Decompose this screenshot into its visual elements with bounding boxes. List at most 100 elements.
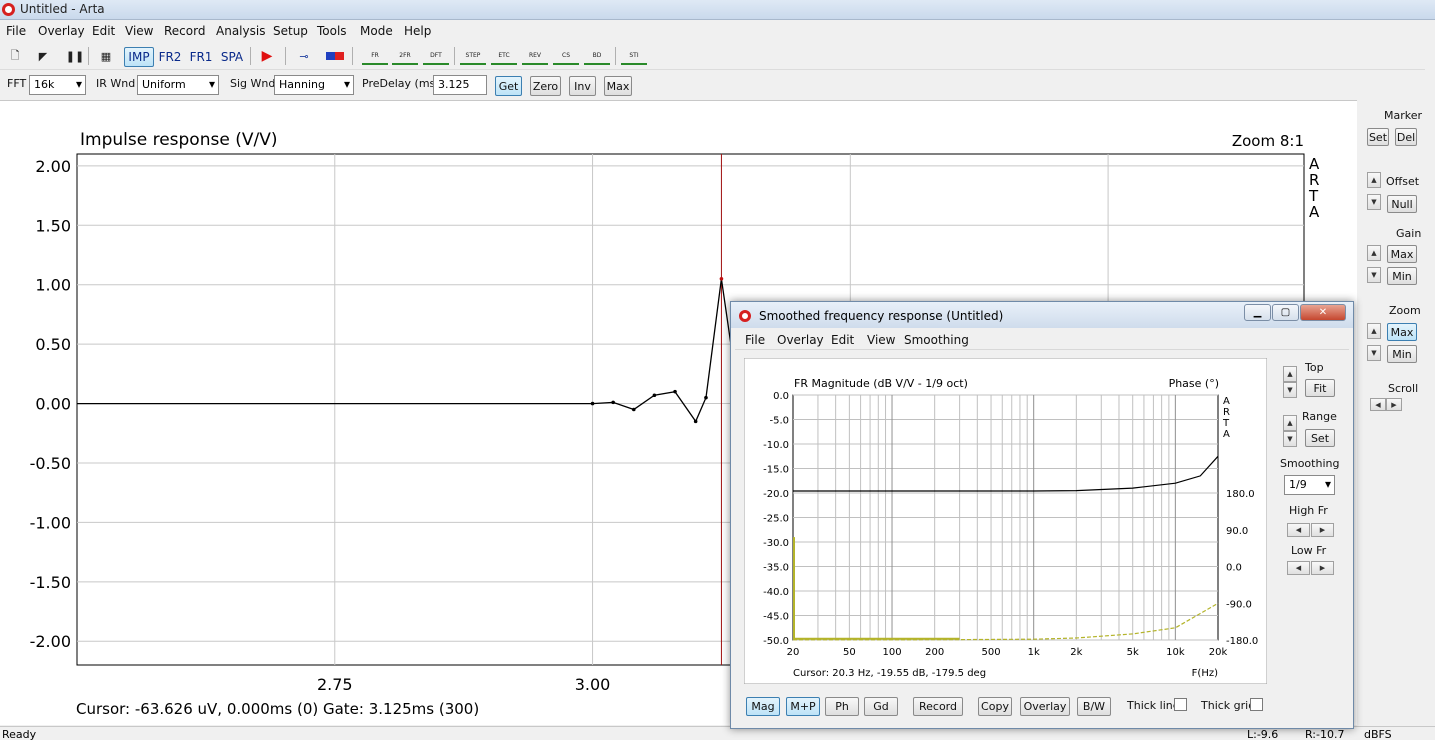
open-icon[interactable]: ◤ bbox=[32, 47, 54, 65]
impulse-y-tick-5: -0.50 bbox=[30, 454, 71, 473]
offset-null-button[interactable]: Null bbox=[1387, 195, 1417, 213]
marker-label: Marker bbox=[1384, 109, 1423, 122]
dlg-menu-smoothing[interactable]: Smoothing bbox=[904, 333, 969, 347]
table-icon[interactable]: ▦ bbox=[95, 47, 117, 65]
scroll-left-spinner[interactable]: ◀ bbox=[1370, 398, 1386, 411]
fr-icon[interactable]: FR bbox=[362, 47, 388, 65]
fit-button[interactable]: Fit bbox=[1305, 379, 1335, 397]
scroll-right-spinner[interactable]: ▶ bbox=[1386, 398, 1402, 411]
close-button[interactable]: ✕ bbox=[1300, 304, 1346, 321]
fr-phase-tick-4: -180.0 bbox=[1226, 636, 1258, 647]
low-fr-right-spinner[interactable]: ▶ bbox=[1311, 561, 1334, 575]
mag-button[interactable]: Mag bbox=[746, 697, 780, 716]
fr-x-unit: F(Hz) bbox=[1192, 668, 1218, 679]
zoom-up-spinner[interactable]: ▲ bbox=[1367, 323, 1381, 339]
minimize-button[interactable]: ▁ bbox=[1244, 304, 1271, 321]
menu-tools[interactable]: Tools bbox=[317, 24, 347, 38]
high-fr-right-spinner[interactable]: ▶ bbox=[1311, 523, 1334, 537]
menu-view[interactable]: View bbox=[125, 24, 153, 38]
max-button[interactable]: Max bbox=[604, 76, 632, 96]
bw-button[interactable]: B/W bbox=[1077, 697, 1111, 716]
zoom-ratio-label: Zoom 8:1 bbox=[1232, 132, 1304, 150]
smoothing-select[interactable]: 1/9 bbox=[1284, 475, 1335, 495]
menu-record[interactable]: Record bbox=[164, 24, 205, 38]
fr-phase-tick-0: 180.0 bbox=[1226, 489, 1255, 500]
etc-icon[interactable]: ETC bbox=[491, 47, 517, 65]
gain-min-button[interactable]: Min bbox=[1387, 267, 1417, 285]
offset-down-spinner[interactable]: ▼ bbox=[1367, 194, 1381, 210]
rev-icon[interactable]: REV bbox=[522, 47, 548, 65]
inv-button[interactable]: Inv bbox=[569, 76, 596, 96]
range-label: Range bbox=[1302, 410, 1337, 423]
dft-icon[interactable]: DFT bbox=[423, 47, 449, 65]
cs-icon[interactable]: CS bbox=[553, 47, 579, 65]
copy-button[interactable]: Copy bbox=[978, 697, 1012, 716]
fr-brand-a1: A bbox=[1223, 396, 1230, 407]
ph-button[interactable]: Ph bbox=[825, 697, 859, 716]
new-icon[interactable]: 🗋 bbox=[4, 47, 26, 65]
high-fr-left-spinner[interactable]: ◀ bbox=[1287, 523, 1310, 537]
dlg-menu-edit[interactable]: Edit bbox=[831, 333, 854, 347]
sigwnd-select[interactable]: Hanning bbox=[274, 75, 354, 95]
menu-overlay[interactable]: Overlay bbox=[38, 24, 85, 38]
play-icon[interactable]: ▶ bbox=[256, 47, 278, 65]
gain-max-button[interactable]: Max bbox=[1387, 245, 1417, 263]
menu-setup[interactable]: Setup bbox=[273, 24, 308, 38]
irwnd-select[interactable]: Uniform bbox=[137, 75, 219, 95]
levels-icon[interactable] bbox=[324, 47, 346, 65]
top-up-spinner[interactable]: ▲ bbox=[1283, 366, 1297, 382]
range-down-spinner[interactable]: ▼ bbox=[1283, 431, 1297, 447]
menu-analysis[interactable]: Analysis bbox=[216, 24, 265, 38]
maximize-button[interactable]: ▢ bbox=[1272, 304, 1299, 321]
menu-help[interactable]: Help bbox=[404, 24, 431, 38]
sti-icon[interactable]: STI bbox=[621, 47, 647, 65]
fr-y-tick-1: -5.0 bbox=[769, 416, 789, 427]
dialog-title: Smoothed frequency response (Untitled) bbox=[759, 309, 1004, 323]
get-button[interactable]: Get bbox=[495, 76, 522, 96]
spa-button[interactable]: SPA bbox=[218, 47, 246, 67]
thick-grid-checkbox[interactable] bbox=[1250, 698, 1263, 711]
low-fr-left-spinner[interactable]: ◀ bbox=[1287, 561, 1310, 575]
2fr-icon[interactable]: 2FR bbox=[392, 47, 418, 65]
dlg-menu-overlay[interactable]: Overlay bbox=[777, 333, 824, 347]
range-set-button[interactable]: Set bbox=[1305, 429, 1335, 447]
status-right-level: R:-10.7 bbox=[1305, 728, 1345, 740]
mp-button[interactable]: M+P bbox=[786, 697, 820, 716]
imp-button[interactable]: IMP bbox=[124, 47, 154, 67]
bd-icon[interactable]: BD bbox=[584, 47, 610, 65]
probe-icon[interactable]: ⊸ bbox=[293, 47, 315, 65]
offset-up-spinner[interactable]: ▲ bbox=[1367, 172, 1381, 188]
impulse-y-tick-7: -1.50 bbox=[30, 573, 71, 592]
zoom-down-spinner[interactable]: ▼ bbox=[1367, 345, 1381, 361]
fft-select[interactable]: 16k bbox=[29, 75, 86, 95]
fr-chart[interactable]: FR Magnitude (dB V/V - 1/9 oct) Phase (°… bbox=[744, 358, 1267, 684]
menu-mode[interactable]: Mode bbox=[360, 24, 393, 38]
marker-del-button[interactable]: Del bbox=[1395, 128, 1417, 146]
gain-down-spinner[interactable]: ▼ bbox=[1367, 267, 1381, 283]
overlay-button[interactable]: Overlay bbox=[1020, 697, 1070, 716]
fr-x-tick-3: 200 bbox=[925, 647, 944, 658]
gain-up-spinner[interactable]: ▲ bbox=[1367, 245, 1381, 261]
fr2-button[interactable]: FR2 bbox=[156, 47, 184, 67]
dlg-menu-view[interactable]: View bbox=[867, 333, 895, 347]
top-down-spinner[interactable]: ▼ bbox=[1283, 382, 1297, 398]
thick-line-checkbox[interactable] bbox=[1174, 698, 1187, 711]
step-icon[interactable]: STEP bbox=[460, 47, 486, 65]
range-up-spinner[interactable]: ▲ bbox=[1283, 415, 1297, 431]
pause-icon[interactable]: ❚❚ bbox=[64, 47, 86, 65]
zoom-min-button[interactable]: Min bbox=[1387, 345, 1417, 363]
fr1-button[interactable]: FR1 bbox=[187, 47, 215, 67]
marker-set-button[interactable]: Set bbox=[1367, 128, 1389, 146]
menu-file[interactable]: File bbox=[6, 24, 26, 38]
zoom-max-button[interactable]: Max bbox=[1387, 323, 1417, 341]
dlg-menu-file[interactable]: File bbox=[745, 333, 765, 347]
gd-button[interactable]: Gd bbox=[864, 697, 898, 716]
impulse-cursor-readout: Cursor: -63.626 uV, 0.000ms (0) Gate: 3.… bbox=[76, 700, 479, 718]
status-left-level: L:-9.6 bbox=[1247, 728, 1279, 740]
record-button[interactable]: Record bbox=[913, 697, 963, 716]
predelay-input[interactable]: 3.125 bbox=[433, 75, 487, 95]
impulse-point-1 bbox=[611, 400, 615, 405]
menu-edit[interactable]: Edit bbox=[92, 24, 115, 38]
arta-brand-a2: A bbox=[1309, 203, 1320, 221]
zero-button[interactable]: Zero bbox=[530, 76, 561, 96]
